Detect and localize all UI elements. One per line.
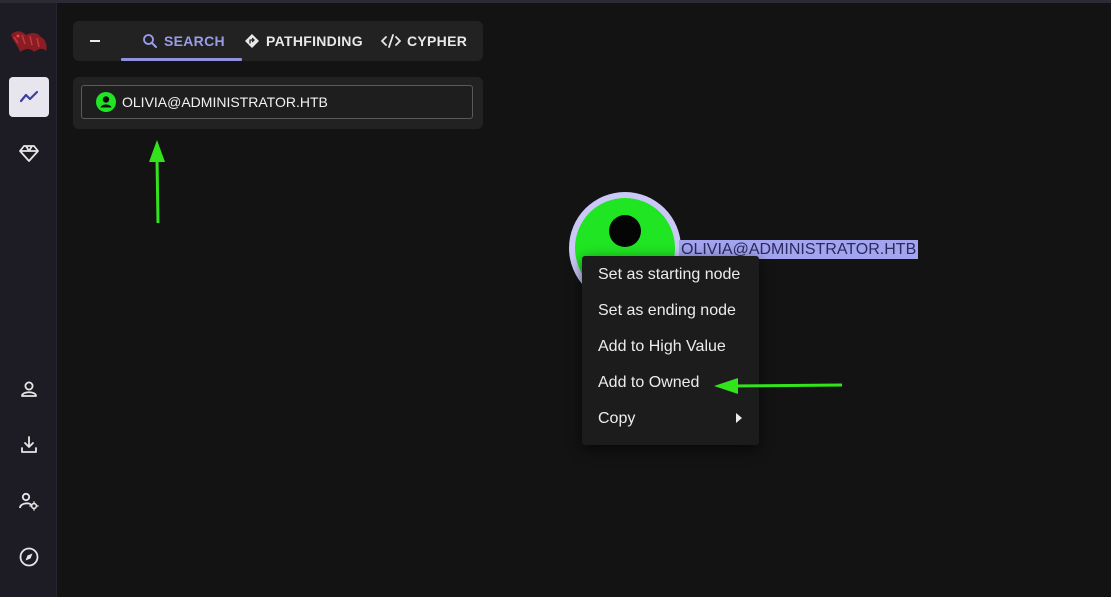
code-icon (381, 34, 401, 48)
sidebar-item-docs[interactable] (9, 537, 49, 577)
sidebar-item-download[interactable] (9, 425, 49, 465)
menu-item-set-starting-node[interactable]: Set as starting node (598, 266, 740, 284)
search-icon (143, 34, 157, 48)
tab-pathfinding-label: PATHFINDING (266, 33, 363, 49)
sidebar-item-group-management[interactable] (9, 133, 49, 173)
sidebar-item-explore[interactable] (9, 77, 49, 117)
active-tab-indicator (121, 58, 242, 61)
bloodhound-logo[interactable] (8, 25, 50, 59)
user-icon (96, 92, 116, 112)
annotation-arrow-up (149, 140, 165, 224)
tab-pathfinding[interactable]: PATHFINDING (244, 21, 363, 61)
search-input-value: OLIVIA@ADMINISTRATOR.HTB (122, 94, 328, 110)
sidebar (0, 3, 57, 597)
pathfinding-icon (245, 34, 259, 48)
profile-icon (21, 381, 37, 397)
user-node-icon (609, 215, 641, 247)
submenu-chevron-icon (736, 413, 742, 423)
tab-cypher-label: CYPHER (407, 33, 468, 49)
search-tab-bar: SEARCH PATHFINDING CYPHER (73, 21, 483, 61)
top-border (0, 0, 1111, 3)
menu-item-add-owned[interactable]: Add to Owned (598, 374, 699, 392)
tab-cypher[interactable]: CYPHER (381, 21, 467, 61)
download-icon (21, 436, 37, 453)
administration-icon (19, 492, 39, 511)
tab-search[interactable]: SEARCH (142, 21, 225, 61)
group-management-icon (19, 145, 39, 162)
collapse-button[interactable] (90, 40, 100, 42)
sidebar-item-profile[interactable] (9, 369, 49, 409)
context-menu: Set as starting node Set as ending node … (582, 256, 759, 445)
explore-icon (19, 90, 39, 103)
compass-icon (19, 547, 39, 567)
search-input[interactable]: OLIVIA@ADMINISTRATOR.HTB (81, 85, 473, 119)
search-panel: OLIVIA@ADMINISTRATOR.HTB (73, 77, 483, 129)
menu-item-copy[interactable]: Copy (598, 410, 635, 428)
menu-item-add-high-value[interactable]: Add to High Value (598, 338, 726, 356)
tab-search-label: SEARCH (164, 33, 225, 49)
sidebar-item-administration[interactable] (9, 481, 49, 521)
menu-item-set-ending-node[interactable]: Set as ending node (598, 302, 736, 320)
